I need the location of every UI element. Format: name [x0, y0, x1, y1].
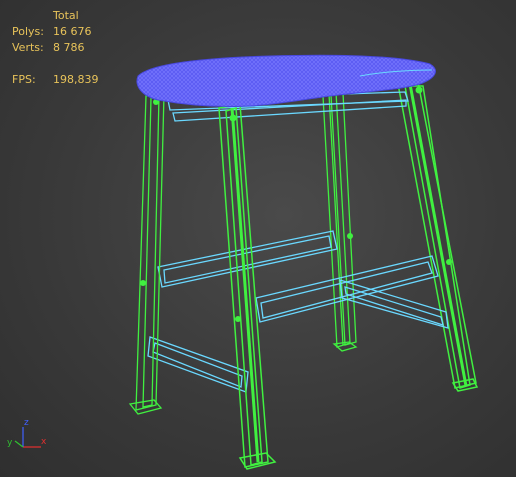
front-left-leg — [128, 93, 165, 415]
axis-tripod: x z y — [7, 418, 47, 448]
axis-y-label: y — [7, 438, 13, 448]
front-right-leg — [218, 103, 277, 470]
polys-label: Polys: — [12, 25, 44, 38]
stats-header: Total — [53, 9, 79, 22]
verts-label: Verts: — [12, 41, 44, 54]
viewport-statistics: Total Polys: 16 676 Verts: 8 786 FPS: 198,8… — [12, 8, 99, 88]
axis-x-label: x — [41, 437, 47, 447]
side-rung-left — [147, 336, 249, 393]
fps-value: 198,839 — [53, 73, 99, 86]
verts-value: 8 786 — [53, 41, 85, 54]
axis-z-label: z — [24, 418, 29, 428]
back-left-leg — [322, 91, 358, 352]
polys-value: 16 676 — [53, 25, 92, 38]
back-right-leg — [397, 81, 479, 392]
fps-label: FPS: — [12, 73, 36, 86]
stool-seat — [136, 54, 436, 108]
